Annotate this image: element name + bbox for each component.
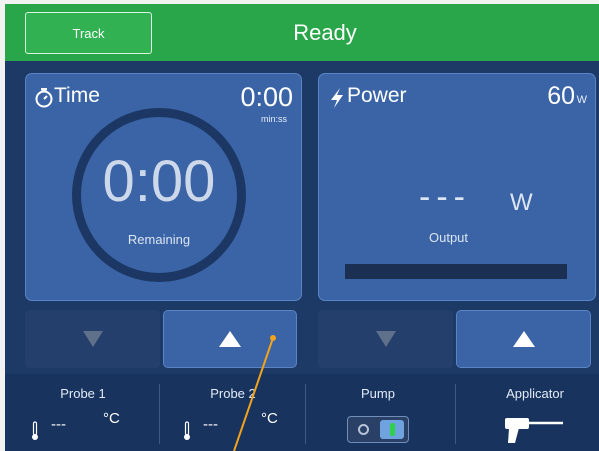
time-setpoint: 0:00 xyxy=(240,82,293,112)
divider xyxy=(159,384,160,444)
divider xyxy=(455,384,456,444)
header-bar: Track Ready xyxy=(5,4,599,61)
applicator-label: Applicator xyxy=(506,386,564,401)
power-decrease-button[interactable] xyxy=(318,310,453,368)
output-label: Output xyxy=(429,230,469,245)
output-level-bar xyxy=(345,264,567,279)
down-triangle-icon xyxy=(375,331,396,347)
power-title: Power xyxy=(347,84,407,107)
time-increase-button[interactable] xyxy=(163,310,297,368)
probe2-unit: °C xyxy=(261,410,278,427)
power-increase-button[interactable] xyxy=(456,310,591,368)
probe1-unit: °C xyxy=(103,410,120,427)
output-value: --- xyxy=(419,178,471,216)
track-button[interactable]: Track xyxy=(25,12,152,54)
stopwatch-icon xyxy=(35,88,53,108)
pump-toggle-knob xyxy=(380,420,404,439)
time-unit: min:ss xyxy=(260,114,287,124)
lightning-bolt-icon xyxy=(331,88,343,108)
power-unit: W xyxy=(576,94,587,106)
probe2-label: Probe 2 xyxy=(210,386,256,401)
device-screen: Track Ready Time 0:00 min:ss 0:00 Remain… xyxy=(5,4,599,451)
pump-toggle[interactable] xyxy=(347,416,409,443)
thermometer-icon xyxy=(184,421,190,440)
remaining-time: 0:00 xyxy=(102,149,216,214)
down-triangle-icon xyxy=(82,331,103,347)
divider xyxy=(305,384,306,444)
probe1-value: --- xyxy=(51,416,66,433)
thermometer-icon xyxy=(32,421,38,440)
status-text: Ready xyxy=(293,19,357,45)
output-unit: W xyxy=(510,189,533,216)
power-setpoint: 60 xyxy=(547,82,575,110)
time-decrease-button[interactable] xyxy=(25,310,160,368)
bottom-status-bar: Probe 1 --- °C Probe 2 --- °C Pump Appli… xyxy=(5,374,599,451)
pump-off-indicator xyxy=(358,424,369,435)
up-triangle-icon xyxy=(219,331,241,347)
probe1-label: Probe 1 xyxy=(60,386,106,401)
pump-on-led xyxy=(390,423,395,436)
power-panel: Power 60 W --- W Output xyxy=(318,73,596,301)
up-triangle-icon xyxy=(512,331,535,347)
probe2-value: --- xyxy=(203,416,218,433)
time-panel: Time 0:00 min:ss 0:00 Remaining xyxy=(25,73,302,301)
applicator-icon xyxy=(505,418,563,443)
pump-label: Pump xyxy=(361,386,395,401)
time-title: Time xyxy=(54,84,100,107)
remaining-label: Remaining xyxy=(127,232,191,247)
